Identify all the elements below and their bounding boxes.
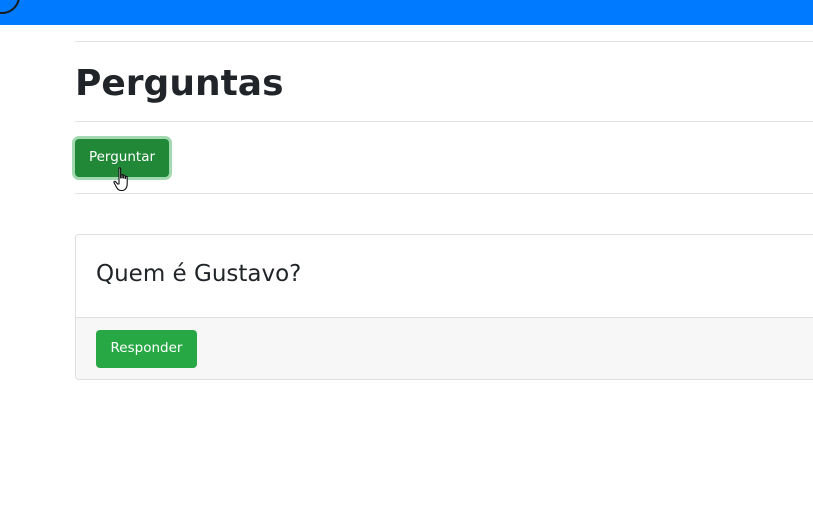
circle-icon[interactable] bbox=[0, 0, 20, 14]
hand-pointer-icon bbox=[113, 167, 128, 192]
question-card-body: Quem é Gustavo? bbox=[76, 235, 813, 317]
question-card-footer: Responder bbox=[76, 317, 813, 379]
answer-button[interactable]: Responder bbox=[96, 330, 197, 368]
divider-toolbar bbox=[75, 193, 813, 194]
top-navbar bbox=[0, 0, 813, 25]
question-title: Quem é Gustavo? bbox=[96, 261, 302, 287]
question-card: Quem é Gustavo? Responder bbox=[75, 234, 813, 380]
divider-top bbox=[75, 41, 813, 42]
page-title: Perguntas bbox=[75, 63, 284, 104]
divider-title bbox=[75, 121, 813, 122]
